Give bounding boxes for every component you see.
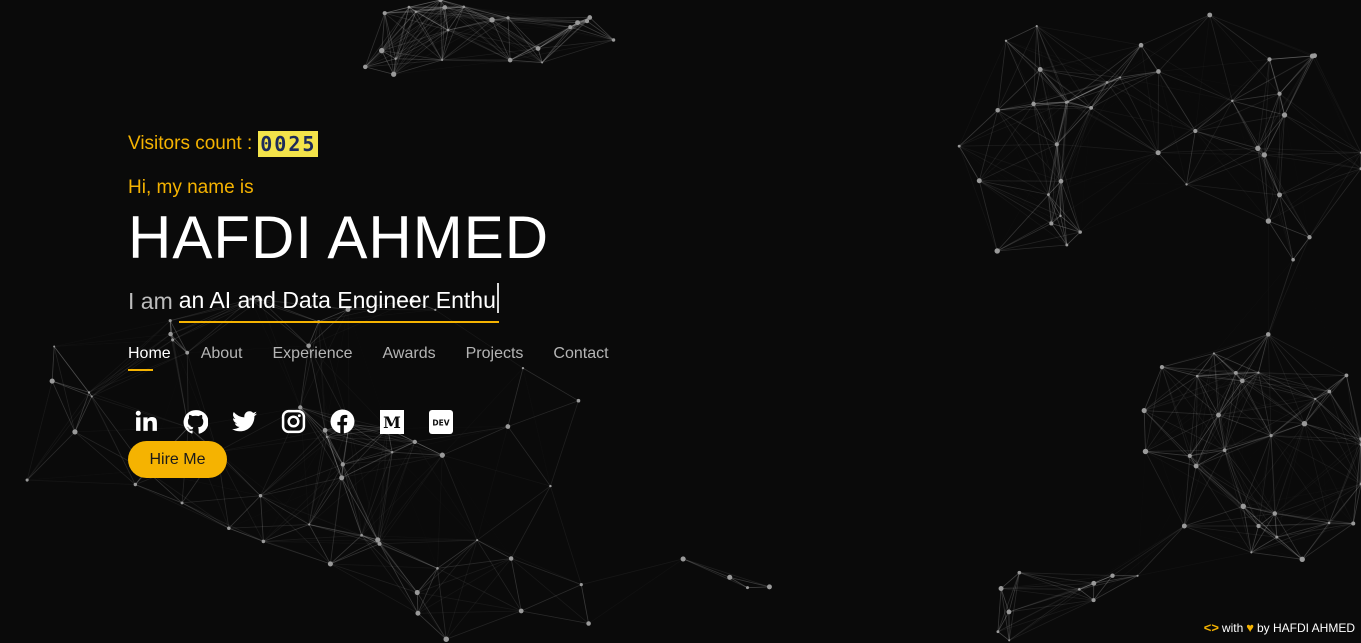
role-prefix: I am	[128, 288, 173, 314]
role-typewriter: I am an AI and Data Engineer Enthu	[128, 283, 828, 323]
social-links: M DEV	[128, 409, 828, 434]
hire-me-button[interactable]: Hire Me	[128, 441, 227, 478]
nav-contact[interactable]: Contact	[553, 345, 608, 369]
hero-name: HAFDI AHMED	[128, 204, 550, 271]
nav-awards[interactable]: Awards	[383, 345, 436, 369]
footer-with: with	[1221, 620, 1244, 635]
dev-icon[interactable]: DEV	[428, 409, 453, 434]
code-icon: <>	[1203, 620, 1219, 635]
role-typed-text: an AI and Data Engineer Enthu	[178, 283, 500, 323]
heart-icon: ♥	[1246, 620, 1254, 635]
hero-section: Visitors count : 0025 Hi, my name is HAF…	[128, 130, 828, 478]
footer-credit: <> with ♥ by HAFDI AHMED	[1204, 620, 1355, 635]
facebook-icon[interactable]	[330, 409, 355, 434]
nav-home[interactable]: Home	[128, 345, 171, 371]
visitors-count: 0025	[258, 131, 319, 157]
footer-by: by HAFDI AHMED	[1256, 620, 1355, 635]
svg-text:DEV: DEV	[432, 418, 449, 427]
instagram-icon[interactable]	[281, 409, 306, 434]
page: Visitors count : 0025 Hi, my name is HAF…	[0, 0, 1361, 643]
nav-projects[interactable]: Projects	[466, 345, 524, 369]
github-icon[interactable]	[183, 409, 208, 434]
twitter-icon[interactable]	[232, 409, 257, 434]
svg-text:M: M	[383, 413, 401, 432]
visitors-counter: Visitors count : 0025	[128, 130, 828, 158]
medium-icon[interactable]: M	[379, 409, 404, 434]
nav-experience[interactable]: Experience	[273, 345, 353, 369]
nav-about[interactable]: About	[201, 345, 243, 369]
visitors-label: Visitors count :	[128, 133, 253, 154]
greeting: Hi, my name is	[128, 177, 254, 198]
main-nav: Home About Experience Awards Projects Co…	[128, 345, 828, 371]
linkedin-icon[interactable]	[134, 409, 159, 434]
